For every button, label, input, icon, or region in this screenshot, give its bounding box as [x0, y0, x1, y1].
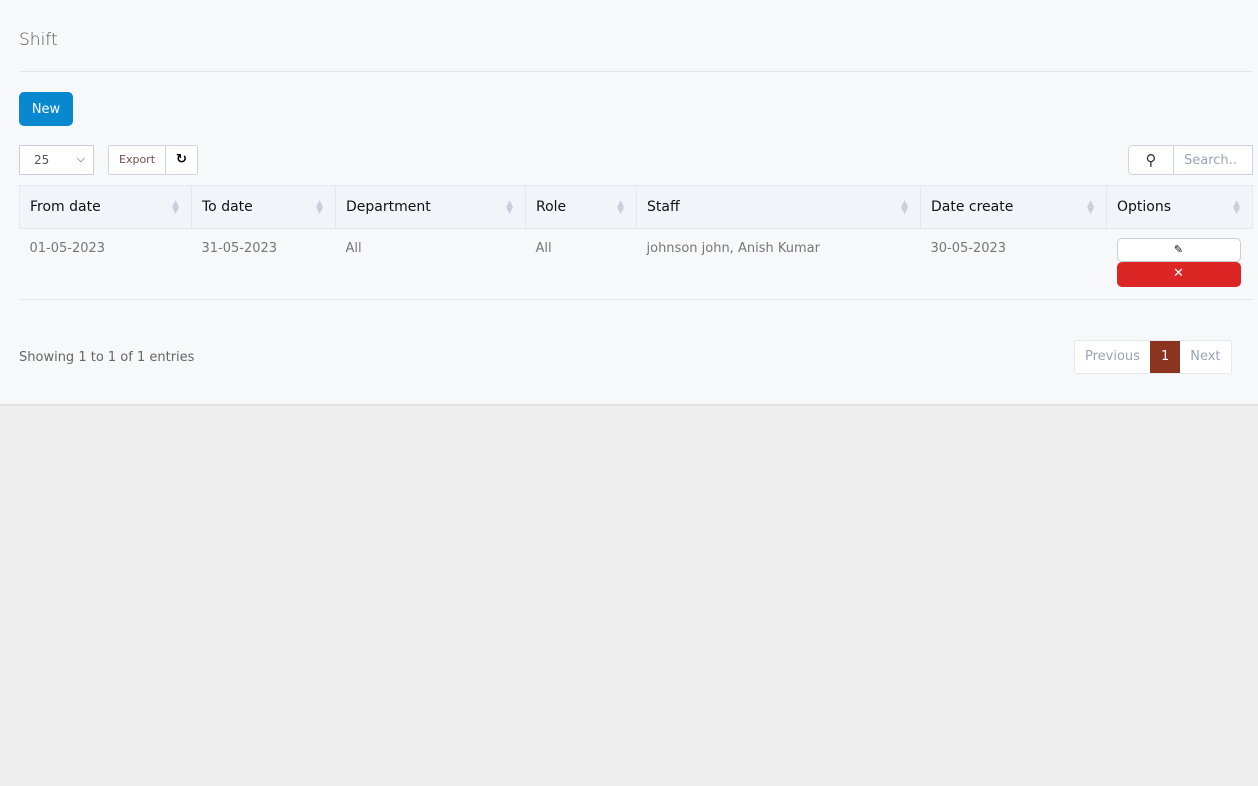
edit-button[interactable]: ✎ [1116, 238, 1241, 262]
column-label: Date create [931, 199, 1014, 215]
column-staff[interactable]: Staff ▲ ▼ [636, 185, 921, 229]
sort-icon: ▲ ▼ [1087, 199, 1094, 216]
entries-info: Showing 1 to 1 of 1 entries [19, 350, 195, 365]
previous-button[interactable]: Previous [1075, 341, 1150, 373]
column-label: Staff [647, 199, 680, 215]
search-box: ⚲ Search.. [1128, 145, 1253, 175]
column-label: From date [30, 199, 101, 215]
delete-button[interactable]: ✕ [1116, 262, 1241, 287]
column-from-date[interactable]: From date ▲ ▼ [19, 185, 192, 229]
sort-icon: ▲ ▼ [1233, 199, 1240, 216]
page-size-value: 25 [34, 153, 50, 167]
export-group: Export ↻ [108, 145, 198, 175]
new-button[interactable]: New [19, 92, 73, 126]
sort-icon: ▲ ▼ [901, 199, 908, 216]
column-label: Options [1117, 199, 1172, 215]
column-label: Role [536, 199, 567, 215]
divider [19, 71, 1252, 72]
page-title: Shift [19, 30, 58, 50]
shift-table: From date ▲ ▼ To date ▲ ▼ Department ▲ ▼ Role ▲… [19, 185, 1253, 300]
column-options[interactable]: Options ▲ ▼ [1106, 185, 1253, 229]
edit-icon: ✎ [1173, 243, 1184, 256]
column-label: To date [202, 199, 253, 215]
close-icon: ✕ [1173, 266, 1184, 281]
export-button[interactable]: Export [109, 146, 165, 174]
column-to-date[interactable]: To date ▲ ▼ [191, 185, 336, 229]
cell-options: ✎ ✕ [1106, 228, 1253, 300]
next-button[interactable]: Next [1180, 341, 1230, 373]
sort-icon: ▲ ▼ [172, 199, 179, 216]
refresh-icon[interactable]: ↻ [165, 146, 197, 174]
column-label: Department [346, 199, 431, 215]
chevron-down-icon: ⌵ [76, 152, 85, 165]
cell-date-create: 30-05-2023 [920, 228, 1107, 300]
cell-role: All [525, 228, 637, 300]
sort-icon: ▲ ▼ [506, 199, 513, 216]
search-input[interactable]: Search.. [1174, 146, 1247, 174]
sort-icon: ▲ ▼ [316, 199, 323, 216]
sort-icon: ▲ ▼ [617, 199, 624, 216]
cell-to-date: 31-05-2023 [191, 228, 336, 300]
page-1-button[interactable]: 1 [1149, 341, 1181, 373]
page-size-select[interactable]: 25 ⌵ [19, 145, 94, 175]
column-role[interactable]: Role ▲ ▼ [525, 185, 637, 229]
column-department[interactable]: Department ▲ ▼ [335, 185, 526, 229]
column-date-create[interactable]: Date create ▲ ▼ [920, 185, 1107, 229]
pagination: Previous 1 Next [1074, 340, 1232, 374]
cell-department: All [335, 228, 526, 300]
cell-from-date: 01-05-2023 [19, 228, 192, 300]
cell-staff: johnson john, Anish Kumar [636, 228, 921, 300]
search-icon[interactable]: ⚲ [1129, 146, 1174, 174]
table-row: 01-05-2023 31-05-2023 All All johnson jo… [19, 228, 1253, 300]
shift-panel: Shift New 25 ⌵ Export ↻ ⚲ Search.. From d… [0, 0, 1258, 406]
